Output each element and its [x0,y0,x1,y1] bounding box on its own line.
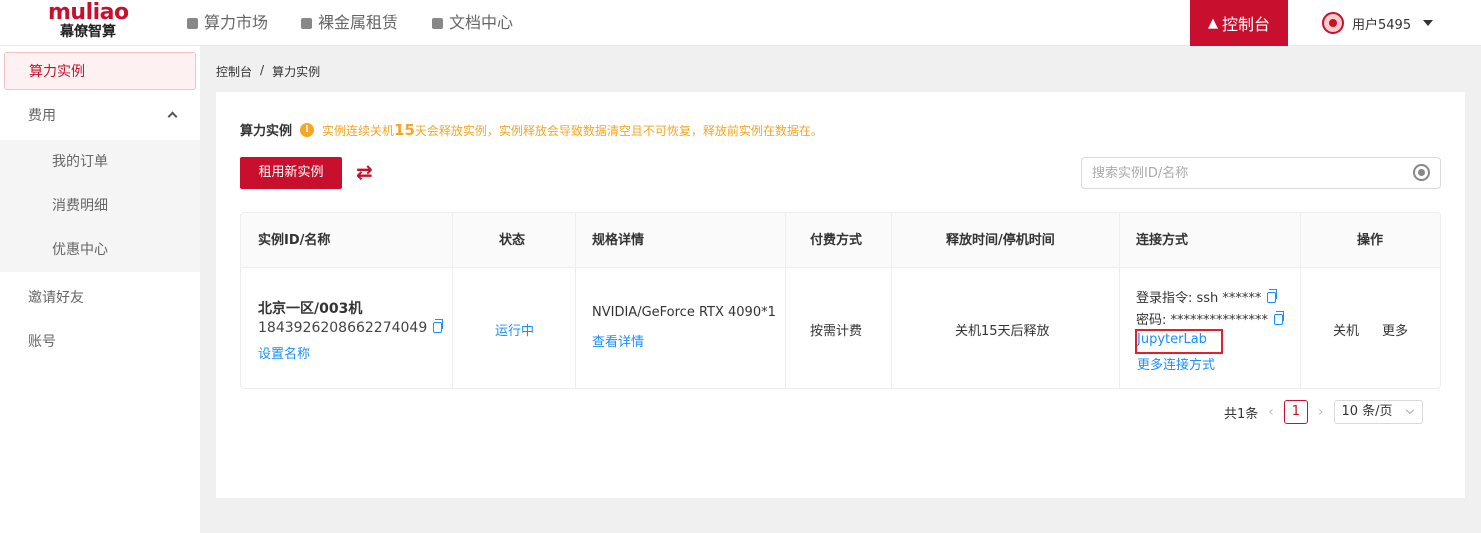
status-running: 运行中 [495,324,535,339]
sidebar-item-instances[interactable]: 算力实例 [4,52,196,90]
nav-label: 文档中心 [449,13,514,32]
copy-icon[interactable] [1274,311,1285,325]
instances-card: 算力实例 ! 实例连续关机15天会释放实例，实例释放会导致数据清空且不可恢复，释… [216,92,1465,498]
warning-text: 实例连续关机15天会释放实例，实例释放会导致数据清空且不可恢复，释放前实例在数据… [322,121,823,139]
copy-icon[interactable] [1267,289,1278,303]
sidebar-item-coupons[interactable]: 优惠中心 [0,228,200,272]
nav-item-docs[interactable]: 文档中心 [432,0,513,46]
table-header: 实例ID/名称 状态 规格详情 付费方式 释放时间/停机时间 连接方式 操作 [241,213,1440,268]
copy-icon[interactable] [433,319,444,333]
sidebar-item-label: 消费明细 [52,198,108,214]
search-box [1081,157,1441,189]
instance-id: 1843926208662274049 [258,319,444,336]
login-command-text: 登录指令: ssh ****** [1136,291,1262,306]
refresh-icon[interactable]: ⇄ [356,161,373,183]
chevron-left-icon[interactable]: ‹ [1268,404,1274,420]
nav-item-baremetal[interactable]: 裸金属租赁 [301,0,398,46]
instance-id-text: 1843926208662274049 [258,320,428,336]
set-name-link[interactable]: 设置名称 [258,343,310,362]
header-payment: 付费方式 [810,233,863,248]
sidebar-item-invite[interactable]: 邀请好友 [0,276,200,320]
more-connection-link[interactable]: 更多连接方式 [1137,354,1215,373]
title-row: 算力实例 ! 实例连续关机15天会释放实例，实例释放会导致数据清空且不可恢复，释… [240,120,823,140]
login-command: 登录指令: ssh ****** [1136,287,1278,306]
top-navbar: muliao 幕僚智算 算力市场 裸金属租赁 文档中心 ▲ 控制台 用户5495 [0,0,1481,46]
highlight-box [1135,329,1223,354]
spec-text: NVIDIA/GeForce RTX 4090*1 [592,305,776,320]
console-button[interactable]: ▲ 控制台 [1190,0,1288,46]
user-menu[interactable]: 用户5495 [1322,0,1434,46]
logo[interactable]: muliao 幕僚智算 [48,2,134,44]
sidebar-item-label: 优惠中心 [52,242,108,258]
brand-name: muliao [48,0,129,25]
chevron-up-icon [167,111,178,122]
search-icon[interactable] [1413,164,1430,181]
caret-down-icon [1423,20,1434,26]
breadcrumb-current: 算力实例 [272,65,321,79]
search-input[interactable] [1082,158,1402,188]
header-instance-id: 实例ID/名称 [258,233,331,248]
breadcrumb-root[interactable]: 控制台 [216,63,252,80]
sidebar-item-label: 我的订单 [52,154,108,170]
warning-days: 15 [394,120,415,139]
page-title: 算力实例 [240,124,293,139]
header-release-time: 释放时间/停机时间 [946,233,1055,248]
page-number[interactable]: 1 [1283,400,1308,424]
instance-name: 北京一区/003机 [258,301,363,317]
user-label: 用户5495 [1352,17,1412,33]
header-spec: 规格详情 [592,233,645,248]
brand-subtitle: 幕僚智算 [60,24,116,40]
sidebar-item-label: 账号 [28,334,56,350]
shutdown-button[interactable]: 关机 [1333,320,1359,339]
page-size-label: 10 条/页 [1341,404,1393,419]
instances-table: 实例ID/名称 状态 规格详情 付费方式 释放时间/停机时间 连接方式 操作 北… [240,212,1441,389]
sidebar-item-label: 邀请好友 [28,290,84,306]
pagination: 共1条 ‹ 1 › 10 条/页 [1224,400,1423,424]
sidebar-item-label: 算力实例 [29,64,85,80]
password-text: 密码: *************** [1136,313,1269,328]
password: 密码: *************** [1136,309,1285,328]
nav-label: 裸金属租赁 [318,13,399,32]
document-icon [432,17,443,29]
avatar [1322,12,1344,34]
cloud-icon [187,17,198,29]
header-status: 状态 [499,233,526,248]
warning-post: 天会释放实例，实例释放会导致数据清空且不可恢复，释放前实例在数据在。 [414,123,823,138]
warning-pre: 实例连续关机 [322,123,395,138]
sidebar: 算力实例 费用 我的订单 消费明细 优惠中心 邀请好友 账号 [0,46,200,533]
warning-icon: ! [300,122,315,137]
sidebar-item-label: 费用 [28,108,56,124]
release-time: 关机15天后释放 [955,324,1050,339]
sidebar-item-billing[interactable]: 费用 [0,94,200,138]
breadcrumb-separator: / [260,63,265,77]
rent-new-instance-button[interactable]: 租用新实例 [240,157,342,189]
header-connection: 连接方式 [1136,233,1189,248]
sidebar-item-consumption[interactable]: 消费明细 [0,184,200,228]
payment-method: 按需计费 [810,324,863,339]
view-details-link[interactable]: 查看详情 [592,331,644,350]
header-actions: 操作 [1357,233,1384,248]
cluster-icon: ▲ [1207,15,1218,31]
breadcrumb: 控制台 / 算力实例 [216,63,320,80]
nav-label: 算力市场 [204,13,269,32]
sidebar-item-orders[interactable]: 我的订单 [0,140,200,184]
nav-item-market[interactable]: 算力市场 [187,0,268,46]
page-size-select[interactable]: 10 条/页 [1333,400,1423,424]
pagination-total: 共1条 [1224,406,1259,422]
more-actions-button[interactable]: 更多 [1382,320,1408,339]
console-label: 控制台 [1221,15,1270,34]
table-row: 北京一区/003机 1843926208662274049 设置名称 运行中 N… [241,268,1440,388]
server-icon [301,17,312,29]
chevron-down-icon [1405,405,1414,415]
chevron-right-icon[interactable]: › [1318,404,1324,420]
sidebar-item-account[interactable]: 账号 [0,320,200,364]
